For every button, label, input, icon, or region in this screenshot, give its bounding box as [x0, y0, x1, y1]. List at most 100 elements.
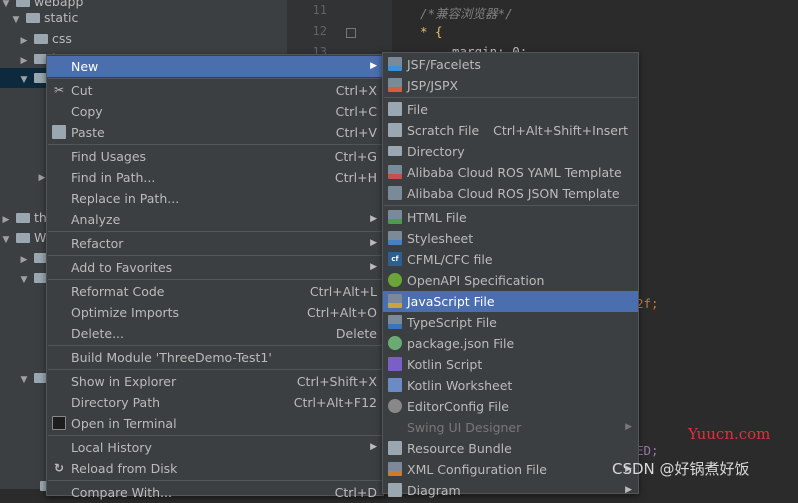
new-item-file[interactable]: File — [383, 99, 638, 120]
watermark-csdn: CSDN @好锅煮好饭 — [612, 460, 750, 478]
code-comment: /*兼容浏览器*/ — [420, 6, 513, 21]
menu-item-label: File — [407, 102, 428, 117]
chevron-down-icon[interactable]: ▼ — [18, 370, 30, 390]
shortcut-label: Ctrl+V — [335, 125, 377, 140]
menu-item-label: New — [71, 59, 99, 74]
menu-item-directory-path[interactable]: Directory Path Ctrl+Alt+F12 — [47, 392, 383, 413]
menu-item-local-history[interactable]: Local History ▶ — [47, 437, 383, 458]
menu-item-label: XML Configuration File — [407, 462, 547, 477]
package-json-icon — [388, 336, 402, 350]
menu-item-label: Directory — [407, 144, 465, 159]
menu-item-compare-with[interactable]: Compare With... Ctrl+D — [47, 482, 383, 503]
menu-separator — [384, 97, 637, 98]
menu-item-label: JavaScript File — [407, 294, 495, 309]
menu-item-label: Optimize Imports — [71, 305, 180, 320]
menu-item-label: Open in Terminal — [71, 416, 177, 431]
menu-item-delete[interactable]: Delete... Delete — [47, 323, 383, 344]
resource-bundle-icon — [388, 441, 402, 455]
new-item-jsf[interactable]: JSF/Facelets — [383, 54, 638, 75]
menu-item-find-in-path[interactable]: Find in Path... Ctrl+H — [47, 167, 383, 188]
menu-item-open-in-terminal[interactable]: Open in Terminal — [47, 413, 383, 434]
menu-item-replace-in-path[interactable]: Replace in Path... — [47, 188, 383, 209]
new-item-cfml[interactable]: cf CFML/CFC file — [383, 249, 638, 270]
menu-item-label: Replace in Path... — [71, 191, 180, 206]
tree-item-static[interactable]: ▼ static — [10, 8, 79, 30]
menu-item-add-to-favorites[interactable]: Add to Favorites ▶ — [47, 257, 383, 278]
gear-icon — [388, 399, 402, 413]
tree-item-label: th — [34, 210, 47, 225]
menu-item-label: Directory Path — [71, 395, 161, 410]
menu-item-refactor[interactable]: Refactor ▶ — [47, 233, 383, 254]
menu-item-label: Find in Path... — [71, 170, 156, 185]
menu-item-build-module[interactable]: Build Module 'ThreeDemo-Test1' — [47, 347, 383, 368]
menu-item-label: CFML/CFC file — [407, 252, 493, 267]
menu-item-label: Show in Explorer — [71, 374, 177, 389]
new-item-kotlin-script[interactable]: Kotlin Script — [383, 354, 638, 375]
menu-item-label: Find Usages — [71, 149, 147, 164]
folder-icon — [16, 0, 30, 7]
menu-item-analyze[interactable]: Analyze ▶ — [47, 209, 383, 230]
chevron-right-icon: ▶ — [370, 262, 377, 272]
new-item-ros-yaml[interactable]: Alibaba Cloud ROS YAML Template — [383, 162, 638, 183]
new-item-editorconfig[interactable]: EditorConfig File — [383, 396, 638, 417]
new-item-ros-json[interactable]: Alibaba Cloud ROS JSON Template — [383, 183, 638, 204]
typescript-file-icon — [388, 315, 402, 329]
new-item-resource-bundle[interactable]: Resource Bundle — [383, 438, 638, 459]
chevron-right-icon: ▶ — [370, 442, 377, 452]
new-item-swing-ui-designer[interactable]: Swing UI Designer ▶ — [383, 417, 638, 438]
menu-separator — [48, 369, 382, 370]
new-item-directory[interactable]: Directory — [383, 141, 638, 162]
tree-item-label: static — [44, 10, 79, 25]
menu-item-label: Cut — [71, 83, 93, 98]
menu-item-paste[interactable]: Paste Ctrl+V — [47, 122, 383, 143]
chevron-down-icon[interactable]: ▼ — [10, 10, 22, 30]
menu-item-label: Stylesheet — [407, 231, 474, 246]
menu-item-label: Scratch File — [407, 123, 480, 138]
menu-item-label: JSF/Facelets — [407, 57, 481, 72]
menu-separator — [48, 78, 382, 79]
tree-item-th[interactable]: ▶ th — [0, 208, 47, 228]
new-item-kotlin-worksheet[interactable]: Kotlin Worksheet — [383, 375, 638, 396]
new-item-xml-configuration[interactable]: XML Configuration File ▶ — [383, 459, 638, 480]
menu-item-cut[interactable]: ✂ Cut Ctrl+X — [47, 80, 383, 101]
shortcut-label: Ctrl+H — [334, 170, 377, 185]
chevron-down-icon[interactable]: ▼ — [18, 70, 30, 90]
menu-item-new[interactable]: New ▶ — [47, 56, 383, 77]
tree-item-css[interactable]: ▶ css — [18, 29, 72, 49]
fold-marker-icon[interactable] — [346, 28, 356, 38]
new-item-package-json[interactable]: package.json File — [383, 333, 638, 354]
new-item-javascript[interactable]: JavaScript File — [383, 291, 638, 312]
menu-item-show-in-explorer[interactable]: Show in Explorer Ctrl+Shift+X — [47, 371, 383, 392]
tree-item-w[interactable]: ▼ W — [0, 228, 47, 250]
new-item-scratch-file[interactable]: Scratch File Ctrl+Alt+Shift+Insert — [383, 120, 638, 141]
new-item-openapi[interactable]: OpenAPI Specification — [383, 270, 638, 291]
new-item-jsp[interactable]: JSP/JSPX — [383, 75, 638, 96]
new-item-html[interactable]: HTML File — [383, 207, 638, 228]
new-submenu: JSF/Facelets JSP/JSPX File Scratch File … — [382, 52, 639, 498]
folder-icon — [16, 213, 30, 223]
chevron-right-icon[interactable]: ▶ — [18, 250, 30, 270]
chevron-down-icon[interactable]: ▼ — [18, 270, 30, 290]
menu-item-label: Diagram — [407, 483, 461, 498]
menu-item-label: Delete... — [71, 326, 124, 341]
folder-icon — [16, 233, 30, 243]
chevron-right-icon[interactable]: ▶ — [0, 210, 12, 230]
shortcut-label: Ctrl+D — [334, 485, 377, 500]
menu-item-label: TypeScript File — [407, 315, 497, 330]
javascript-file-icon — [388, 294, 402, 308]
menu-item-optimize-imports[interactable]: Optimize Imports Ctrl+Alt+O — [47, 302, 383, 323]
menu-separator — [48, 279, 382, 280]
new-item-diagram[interactable]: Diagram ▶ — [383, 480, 638, 501]
menu-separator — [384, 205, 637, 206]
menu-item-find-usages[interactable]: Find Usages Ctrl+G — [47, 146, 383, 167]
menu-item-reformat-code[interactable]: Reformat Code Ctrl+Alt+L — [47, 281, 383, 302]
shortcut-label: Ctrl+C — [335, 104, 377, 119]
chevron-down-icon[interactable]: ▼ — [0, 230, 12, 250]
menu-item-copy[interactable]: Copy Ctrl+C — [47, 101, 383, 122]
html-file-icon — [388, 210, 402, 224]
menu-item-reload-from-disk[interactable]: ↻ Reload from Disk — [47, 458, 383, 479]
new-item-stylesheet[interactable]: Stylesheet — [383, 228, 638, 249]
new-item-typescript[interactable]: TypeScript File — [383, 312, 638, 333]
scissors-icon: ✂ — [53, 83, 65, 97]
chevron-right-icon[interactable]: ▶ — [18, 31, 30, 51]
